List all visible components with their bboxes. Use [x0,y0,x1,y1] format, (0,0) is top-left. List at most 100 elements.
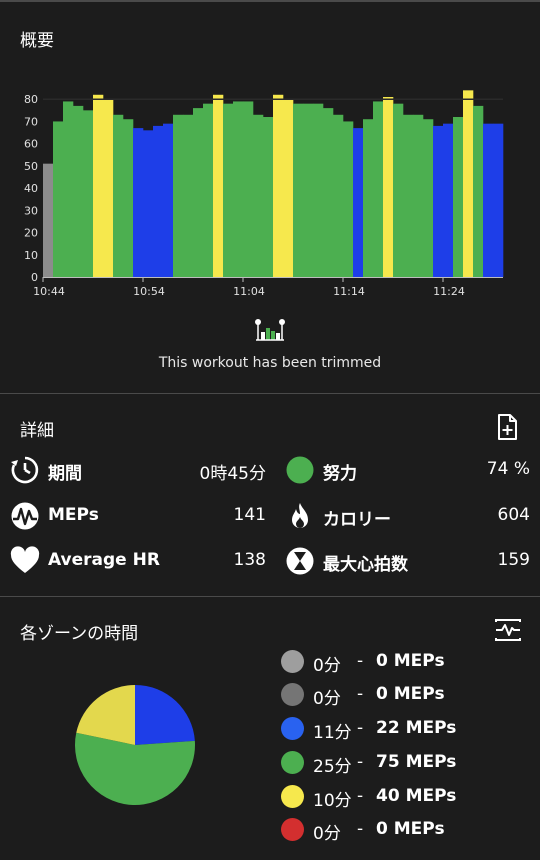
y-tick-label: 70 [24,115,38,128]
chart-bar [243,101,254,277]
y-tick-label: 10 [24,249,38,262]
timer-icon [11,456,39,484]
trim-message: This workout has been trimmed [158,355,382,371]
legend-time: 25分 [313,757,352,777]
chart-bar [93,94,104,277]
zone-color-dot [281,683,304,706]
section-divider [0,596,540,597]
chart-bar [423,119,434,277]
y-tick-label: 80 [24,93,38,106]
zone-time-pie-chart [74,685,195,805]
stat-label: カロリー [323,510,391,530]
flame-icon [292,503,308,528]
trim-icon[interactable] [254,318,286,344]
stat-value: 74 % [486,459,530,479]
chart-bar [73,105,84,277]
legend-meps: 0 MEPs [376,684,445,704]
chart-bar [363,119,374,277]
chart-bar [193,108,204,277]
legend-separator: - [357,684,364,704]
zone-color-dot [281,818,304,841]
legend-separator: - [357,819,364,839]
stat-meps: MEPs 141 [10,499,266,533]
y-tick-label: 30 [24,204,38,217]
stat-label: MEPs [48,505,99,525]
legend-time: 0分 [313,824,341,844]
x-tick-label: 11:04 [233,285,265,298]
stat-calories: カロリー 604 [285,499,530,533]
chart-bar [103,99,114,277]
chart-bar [63,101,74,277]
legend-row: 0分 - 0 MEPs [281,817,521,844]
legend-separator: - [357,786,364,806]
stat-label: 期間 [48,464,82,484]
legend-row: 25分 - 75 MEPs [281,750,521,777]
stat-value: 138 [233,550,266,570]
legend-time: 0分 [313,656,341,676]
stat-value: 159 [497,550,530,570]
chart-bar [313,103,324,277]
chart-bar [143,130,154,277]
legend-row: 0分 - 0 MEPs [281,649,521,676]
stat-effort: 努力 74 % [285,453,530,487]
y-tick-label: 20 [24,227,38,240]
chart-bar [393,103,404,277]
zone-color-dot [281,785,304,808]
pie-slice-blue-zone [135,685,195,745]
chart-bar [453,117,464,277]
section-divider [0,393,540,394]
legend-time: 11分 [313,723,352,743]
y-tick-label: 60 [24,138,38,151]
chart-bar [253,114,264,277]
stat-max-hr: 最大心拍数 159 [285,544,530,578]
chart-bar [293,103,304,277]
y-tick-label: 50 [24,160,38,173]
legend-meps: 75 MEPs [376,752,457,772]
legend-separator: - [357,651,364,671]
chart-bar [373,101,384,277]
chart-toggle-icon[interactable] [494,616,522,644]
chart-bar [53,121,64,277]
chart-bar [323,108,334,277]
chart-bar [333,114,344,277]
y-tick-label: 40 [24,182,38,195]
chart-bar [353,128,364,277]
stat-average-hr: Average HR 138 [10,544,266,578]
chart-bar [263,117,274,277]
legend-meps: 22 MEPs [376,718,457,738]
stat-value: 141 [233,505,266,525]
chart-bar [203,103,214,277]
chart-bar [153,125,164,277]
legend-row: 10分 - 40 MEPs [281,784,521,811]
chart-bar [123,119,134,277]
chart-bar [433,125,444,277]
chart-bar [173,114,184,277]
chart-bar [213,94,224,277]
heart-rate-zone-chart[interactable]: 0 10 20 30 40 50 60 70 80 10:44 10:54 11:04 11:14 11… [0,60,540,300]
legend-row: 11分 - 22 MEPs [281,716,521,743]
chart-bar [273,94,284,277]
zone-color-dot [281,751,304,774]
stat-label: 最大心拍数 [323,555,408,575]
legend-time: 0分 [313,689,341,709]
add-document-icon[interactable] [493,413,521,441]
chart-bar [413,114,424,277]
chart-bar [223,103,234,277]
x-tick-label: 10:54 [133,285,165,298]
legend-separator: - [357,752,364,772]
chart-bar [83,110,94,277]
stat-value: 604 [497,505,530,525]
heart-icon [10,546,40,573]
zone-color-dot [281,717,304,740]
hourglass-icon [286,547,314,575]
chart-bar [483,123,494,277]
legend-row: 0分 - 0 MEPs [281,682,521,709]
chart-bar [303,103,314,277]
details-title: 詳細 [20,421,54,441]
stat-label: Average HR [48,550,160,570]
x-tick-label: 10:44 [33,285,65,298]
chart-bar [183,114,194,277]
overview-title: 概要 [20,31,54,51]
chart-bar [283,99,294,277]
meps-icon [11,502,39,530]
